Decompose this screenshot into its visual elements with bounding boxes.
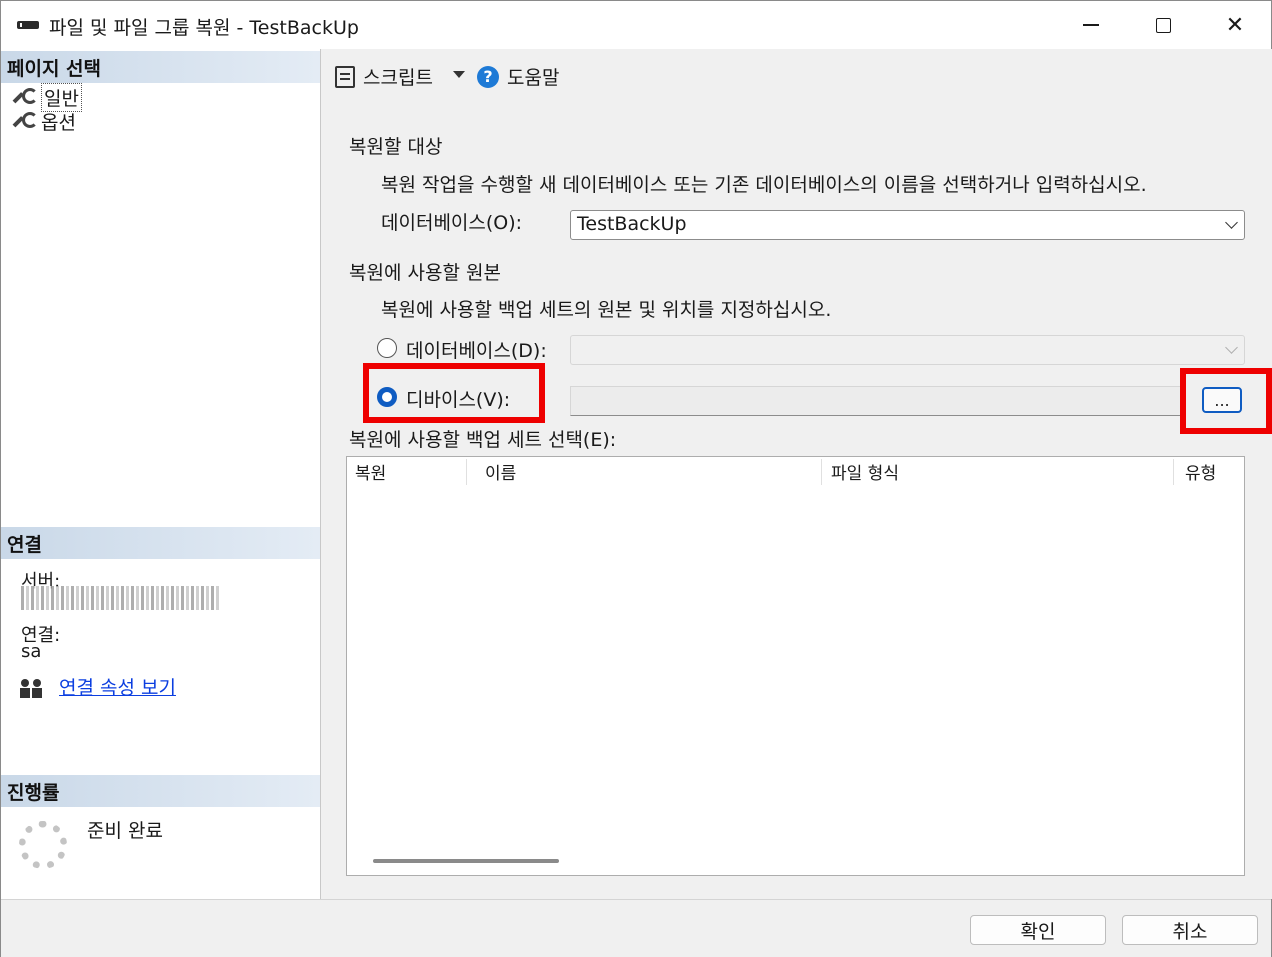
device-option-highlight [363,363,545,423]
restore-source-description: 복원에 사용할 백업 세트의 원본 및 위치를 지정하십시오. [381,299,832,321]
left-pane: 페이지 선택 일반 옵션 연결 서버: 연결: sa 진행률 [1,49,321,899]
script-button[interactable]: 스크립트 [335,63,433,90]
server-name-redacted [21,586,219,610]
wrench-icon [13,87,38,108]
window-title: 파일 및 파일 그룹 복원 - TestBackUp [49,17,359,39]
column-header-name[interactable]: 이름 [477,457,516,485]
connection-properties-icon [19,679,47,699]
connection-header: 연결 [1,527,320,559]
progress-spinner-icon [19,821,67,869]
help-button[interactable]: ? 도움말 [477,63,559,90]
title-bar: 파일 및 파일 그룹 복원 - TestBackUp ✕ [1,1,1271,49]
source-database-combo [570,335,1245,365]
device-path-field [570,386,1182,416]
column-separator [1173,459,1174,485]
script-label: 스크립트 [363,67,433,89]
restore-files-dialog: 파일 및 파일 그룹 복원 - TestBackUp ✕ 페이지 선택 일반 옵… [0,0,1272,957]
progress-header: 진행률 [1,775,320,807]
restore-source-heading: 복원에 사용할 원본 [349,262,501,284]
chevron-down-icon [1225,341,1238,354]
column-header-restore[interactable]: 복원 [347,457,386,485]
close-icon: ✕ [1225,12,1245,38]
database-source-radio[interactable] [377,338,397,358]
browse-button-highlight [1180,368,1272,434]
database-combo[interactable]: TestBackUp [570,210,1245,240]
connection-value: sa [21,641,42,662]
backup-sets-label: 복원에 사용할 백업 세트 선택(E): [349,429,617,451]
script-icon [335,65,355,88]
help-icon: ? [477,65,499,88]
restore-target-heading: 복원할 대상 [349,136,443,158]
database-source-label: 데이터베이스(D): [406,340,547,362]
cancel-button[interactable]: 취소 [1122,915,1258,945]
minimize-button[interactable] [1055,1,1127,49]
progress-status: 준비 완료 [87,820,163,842]
horizontal-scrollbar[interactable] [373,859,559,863]
app-icon [17,21,39,29]
minimize-icon [1083,24,1099,26]
maximize-icon [1155,17,1171,33]
chevron-down-icon [453,71,465,78]
script-dropdown[interactable] [453,71,465,78]
database-combo-value: TestBackUp [577,213,687,235]
column-separator [466,459,467,485]
column-header-file-type[interactable]: 파일 형식 [823,457,899,485]
chevron-down-icon [1225,216,1238,229]
ok-button[interactable]: 확인 [970,915,1106,945]
page-select-header: 페이지 선택 [1,51,320,83]
maximize-button[interactable] [1127,1,1199,49]
database-label: 데이터베이스(O): [381,212,523,234]
wrench-icon [13,111,38,132]
column-header-type[interactable]: 유형 [1177,457,1216,485]
help-label: 도움말 [507,67,560,89]
close-button[interactable]: ✕ [1199,1,1271,49]
nav-item-label: 옵션 [41,112,76,134]
backup-sets-grid[interactable]: 복원 이름 파일 형식 유형 [346,456,1245,876]
column-separator [821,459,822,485]
view-connection-properties-link[interactable]: 연결 속성 보기 [59,673,176,700]
nav-item-options[interactable]: 옵션 [13,108,76,135]
restore-target-description: 복원 작업을 수행할 새 데이터베이스 또는 기존 데이터베이스의 이름을 선택… [381,174,1147,196]
